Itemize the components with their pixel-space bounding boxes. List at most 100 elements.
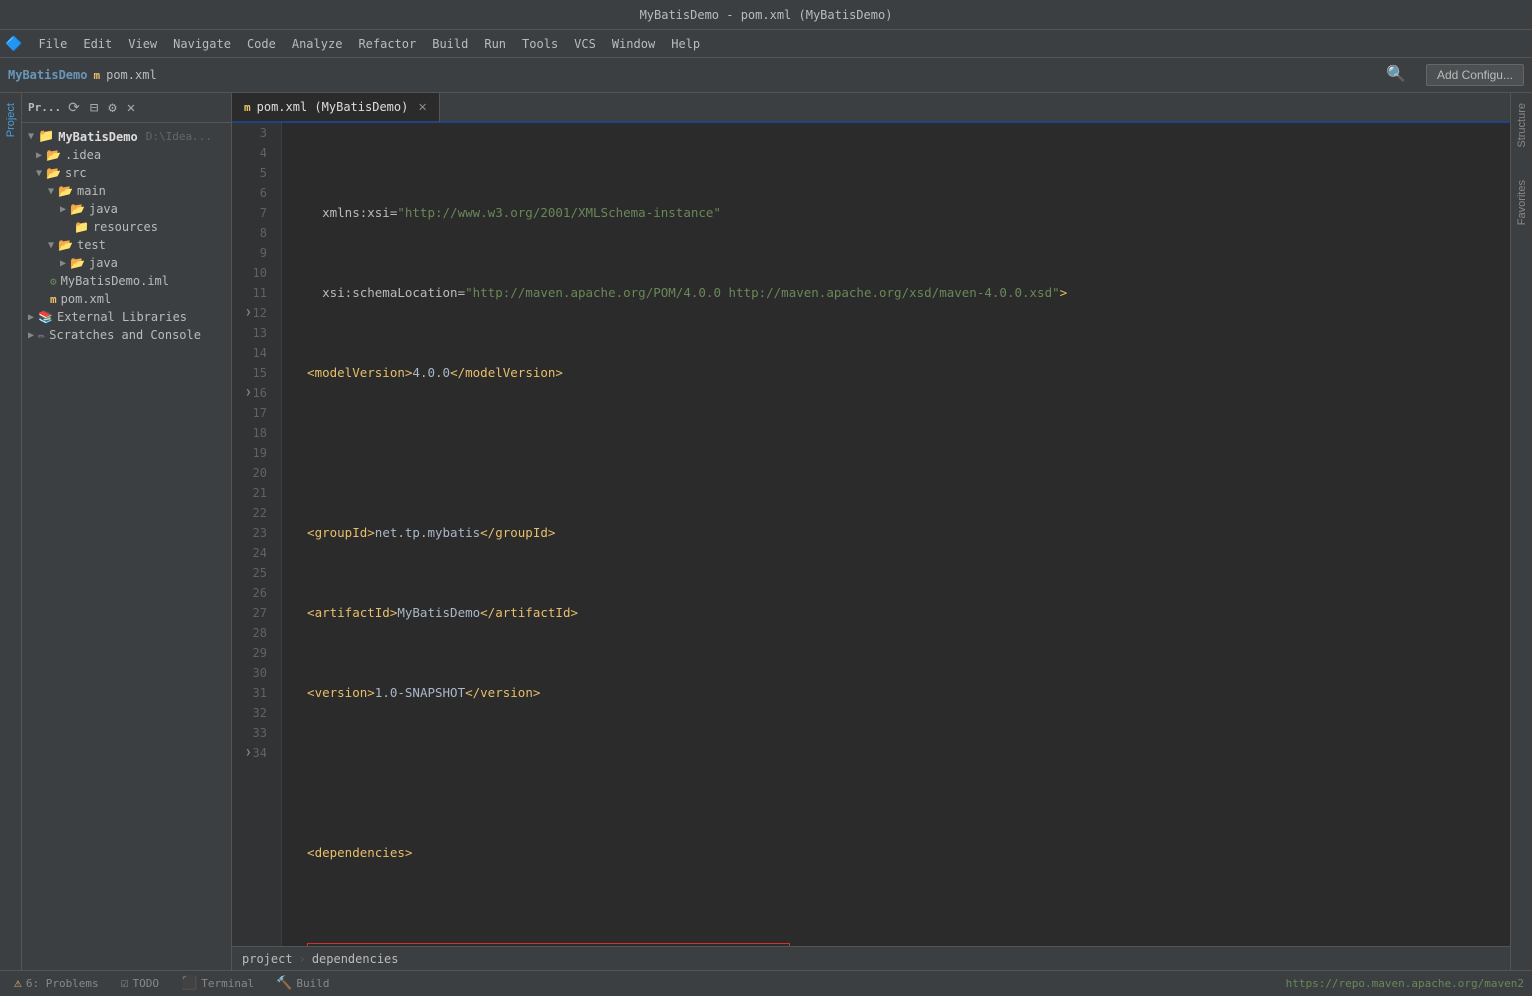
lib-icon: 📚 <box>38 310 53 324</box>
tree-item-resources[interactable]: 📁 resources <box>22 218 231 236</box>
menu-build[interactable]: Build <box>424 34 476 54</box>
linenum-12: 12 ❯ <box>232 303 273 323</box>
tree-item-test-java[interactable]: ▶ 📂 java <box>22 254 231 272</box>
menu-navigate[interactable]: Navigate <box>165 34 239 54</box>
breadcrumb-project[interactable]: MyBatisDemo <box>8 68 87 82</box>
tree-item-main[interactable]: ▼ 📂 main <box>22 182 231 200</box>
linenum-19: 19 <box>232 443 273 463</box>
tree-item-mybatisdemo[interactable]: ▼ 📁 MyBatisDemo D:\Idea... <box>22 127 231 146</box>
tree-label-scratches: Scratches and Console <box>49 328 201 342</box>
selection-region: <dependency> <groupId>org.mybatis</group… <box>292 943 1510 946</box>
close-panel-icon[interactable]: ✕ <box>124 98 138 118</box>
code-line-9: <version>1.0-SNAPSHOT</version> <box>292 683 1510 703</box>
statusbar: ⚠ 6: Problems ☑ TODO ⬛ Terminal 🔨 Build … <box>0 970 1532 996</box>
folder-icon-idea: 📂 <box>46 148 61 162</box>
menu-analyze[interactable]: Analyze <box>284 34 351 54</box>
menu-code[interactable]: Code <box>239 34 284 54</box>
folder-icon-src: 📂 <box>46 166 61 180</box>
project-tab[interactable]: Project <box>2 97 20 143</box>
tree-item-test[interactable]: ▼ 📂 test <box>22 236 231 254</box>
linenum-11: 11 <box>232 283 273 303</box>
linenum-27: 27 <box>232 603 273 623</box>
tree-item-src[interactable]: ▼ 📂 src <box>22 164 231 182</box>
code-content[interactable]: xmlns:xsi="http://www.w3.org/2001/XMLSch… <box>282 123 1510 946</box>
app-title: MyBatisDemo - pom.xml (MyBatisDemo) <box>10 8 1522 22</box>
menu-file[interactable]: File <box>30 34 75 54</box>
todo-tab[interactable]: ☑ TODO <box>115 974 165 993</box>
arrow-main: ▼ <box>48 186 54 197</box>
status-right-info: https://repo.maven.apache.org/maven2 <box>1286 977 1524 990</box>
folder-icon-test-java: 📂 <box>70 256 85 270</box>
add-config-button[interactable]: Add Configu... <box>1426 64 1524 86</box>
editor-area: m pom.xml (MyBatisDemo) ✕ 3 4 5 6 7 8 9 … <box>232 93 1510 970</box>
warning-icon: ⚠ <box>14 976 22 991</box>
menu-vcs[interactable]: VCS <box>566 34 604 54</box>
file-tree: ▼ 📁 MyBatisDemo D:\Idea... ▶ 📂 .idea ▼ 📂… <box>22 123 231 970</box>
linenum-32: 32 <box>232 703 273 723</box>
linenum-8: 8 <box>232 223 273 243</box>
tree-label-resources: resources <box>93 220 158 234</box>
folder-icon-mybatisdemo: 📁 <box>38 129 54 144</box>
linenum-28: 28 <box>232 623 273 643</box>
tab-close-icon[interactable]: ✕ <box>418 99 426 115</box>
linenum-21: 21 <box>232 483 273 503</box>
tree-label-iml: MyBatisDemo.iml <box>61 274 169 288</box>
build-tab[interactable]: 🔨 Build <box>270 974 335 993</box>
menu-run[interactable]: Run <box>476 34 514 54</box>
tree-extra-mybatisdemo: D:\Idea... <box>146 130 212 143</box>
titlebar: MyBatisDemo - pom.xml (MyBatisDemo) <box>0 0 1532 30</box>
tree-item-java[interactable]: ▶ 📂 java <box>22 200 231 218</box>
terminal-icon: ⬛ <box>181 976 197 991</box>
tree-label-mybatisdemo: MyBatisDemo <box>58 130 137 144</box>
linenum-14: 14 <box>232 343 273 363</box>
arrow-src: ▼ <box>36 168 42 179</box>
arrow-test: ▼ <box>48 240 54 251</box>
tree-label-ext-libs: External Libraries <box>57 310 187 324</box>
linenum-16: 16 ❯ <box>232 383 273 403</box>
terminal-label: Terminal <box>201 977 254 990</box>
left-tab-bar: Project <box>0 93 22 970</box>
linenum-25: 25 <box>232 563 273 583</box>
code-line-7: <groupId>net.tp.mybatis</groupId> <box>292 523 1510 543</box>
pom-tab[interactable]: m pom.xml (MyBatisDemo) ✕ <box>232 93 440 123</box>
tree-item-ext-libs[interactable]: ▶ 📚 External Libraries <box>22 308 231 326</box>
linenum-23: 23 <box>232 523 273 543</box>
code-line-6 <box>292 443 1510 463</box>
tree-item-pom[interactable]: m pom.xml <box>22 290 231 308</box>
tree-label-idea: .idea <box>65 148 101 162</box>
menu-refactor[interactable]: Refactor <box>350 34 424 54</box>
terminal-tab[interactable]: ⬛ Terminal <box>175 974 260 993</box>
menu-tools[interactable]: Tools <box>514 34 566 54</box>
arrow-test-java: ▶ <box>60 258 66 269</box>
app-icon: 🔷 <box>5 36 22 52</box>
tree-item-idea[interactable]: ▶ 📂 .idea <box>22 146 231 164</box>
menu-view[interactable]: View <box>120 34 165 54</box>
linenum-15: 15 <box>232 363 273 383</box>
favorites-tab[interactable]: Favorites <box>1513 174 1531 231</box>
tree-item-iml[interactable]: ⚙ MyBatisDemo.iml <box>22 272 231 290</box>
linenum-17: 17 <box>232 403 273 423</box>
tree-label-pom: pom.xml <box>61 292 112 306</box>
bc-project[interactable]: project <box>242 952 293 966</box>
search-everywhere-icon[interactable]: 🔍 <box>1386 64 1406 83</box>
tree-item-scratches[interactable]: ▶ ✏ Scratches and Console <box>22 326 231 344</box>
tab-label: pom.xml (MyBatisDemo) <box>257 100 409 114</box>
tree-label-test-java: java <box>89 256 118 270</box>
menu-edit[interactable]: Edit <box>75 34 120 54</box>
linenum-24: 24 <box>232 543 273 563</box>
bc-dependencies[interactable]: dependencies <box>312 952 399 966</box>
sync-icon[interactable]: ⟳ <box>65 98 83 118</box>
menubar: 🔷 File Edit View Navigate Code Analyze R… <box>0 30 1532 58</box>
tree-label-test: test <box>77 238 106 252</box>
menu-help[interactable]: Help <box>663 34 708 54</box>
tree-label-main: main <box>77 184 106 198</box>
structure-tab[interactable]: Structure <box>1513 97 1531 154</box>
linenum-9: 9 <box>232 243 273 263</box>
settings-icon[interactable]: ⚙ <box>105 98 119 118</box>
problems-tab[interactable]: ⚠ 6: Problems <box>8 974 105 993</box>
collapse-icon[interactable]: ⊟ <box>87 98 101 118</box>
menu-window[interactable]: Window <box>604 34 663 54</box>
breadcrumb-file[interactable]: pom.xml <box>106 68 157 82</box>
tree-label-src: src <box>65 166 87 180</box>
arrow-mybatisdemo: ▼ <box>28 131 34 142</box>
